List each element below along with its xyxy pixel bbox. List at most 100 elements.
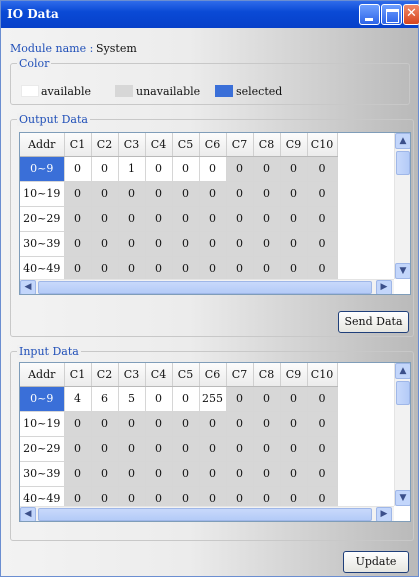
scroll-left-icon[interactable]: ◀	[20, 507, 36, 521]
data-cell[interactable]: 0	[307, 231, 338, 257]
row-addr-cell[interactable]: 10~19	[20, 411, 65, 437]
table-row[interactable]: 10~19 0 0 0 0 0 0 0 0 0 0	[20, 181, 338, 207]
data-cell[interactable]: 0	[118, 436, 146, 462]
data-cell[interactable]: 0	[307, 461, 338, 487]
row-addr-cell[interactable]: 30~39	[20, 231, 65, 257]
data-cell[interactable]: 0	[226, 156, 254, 182]
data-cell[interactable]: 0	[118, 206, 146, 232]
data-cell[interactable]: 0	[253, 256, 281, 282]
column-header-c6[interactable]: C6	[199, 133, 227, 157]
column-header-c3[interactable]: C3	[118, 133, 146, 157]
data-cell[interactable]: 0	[172, 156, 200, 182]
data-cell[interactable]: 0	[226, 256, 254, 282]
row-addr-cell[interactable]: 40~49	[20, 256, 65, 282]
data-cell[interactable]: 0	[91, 181, 119, 207]
data-cell[interactable]: 0	[199, 411, 227, 437]
data-cell[interactable]: 0	[91, 231, 119, 257]
data-cell[interactable]: 0	[280, 436, 308, 462]
table-row[interactable]: 0~9 0 0 1 0 0 0 0 0 0 0	[20, 156, 338, 182]
table-row[interactable]: 30~39 0 0 0 0 0 0 0 0 0 0	[20, 461, 338, 487]
data-cell[interactable]: 0	[280, 386, 308, 412]
column-header-c5[interactable]: C5	[172, 133, 200, 157]
data-cell[interactable]: 0	[118, 181, 146, 207]
data-cell[interactable]: 0	[280, 231, 308, 257]
data-cell[interactable]: 0	[253, 206, 281, 232]
input-vertical-scrollbar[interactable]: ▲ ▼	[394, 363, 410, 506]
data-cell[interactable]: 0	[280, 156, 308, 182]
data-cell[interactable]: 0	[172, 256, 200, 282]
update-button[interactable]: Update	[343, 551, 409, 573]
data-cell[interactable]: 0	[307, 156, 338, 182]
column-header-c3[interactable]: C3	[118, 363, 146, 387]
data-cell[interactable]: 4	[64, 386, 92, 412]
send-data-button[interactable]: Send Data	[338, 311, 409, 333]
input-hscroll-thumb[interactable]	[38, 508, 372, 521]
data-cell[interactable]: 0	[64, 156, 92, 182]
data-cell[interactable]: 0	[91, 411, 119, 437]
data-cell[interactable]: 0	[145, 181, 173, 207]
output-grid[interactable]: Addr C1 C2 C3 C4 C5 C6 C7 C8 C9 C10 0~9 …	[19, 132, 411, 295]
output-horizontal-scrollbar[interactable]: ◀ ▶	[20, 279, 394, 294]
maximize-button[interactable]	[381, 4, 402, 25]
data-cell[interactable]: 0	[307, 256, 338, 282]
scroll-left-icon[interactable]: ◀	[20, 280, 36, 294]
scroll-down-icon[interactable]: ▼	[395, 490, 410, 506]
data-cell[interactable]: 0	[253, 436, 281, 462]
data-cell[interactable]: 0	[64, 436, 92, 462]
row-addr-cell[interactable]: 30~39	[20, 461, 65, 487]
data-cell[interactable]: 0	[226, 231, 254, 257]
row-addr-cell[interactable]: 0~9	[20, 156, 65, 182]
data-cell[interactable]: 6	[91, 386, 119, 412]
data-cell[interactable]: 0	[64, 181, 92, 207]
data-cell[interactable]: 0	[226, 181, 254, 207]
column-header-c8[interactable]: C8	[253, 133, 281, 157]
data-cell[interactable]: 0	[199, 156, 227, 182]
data-cell[interactable]: 0	[118, 411, 146, 437]
column-header-c9[interactable]: C9	[280, 133, 308, 157]
data-cell[interactable]: 0	[172, 461, 200, 487]
column-header-c4[interactable]: C4	[145, 363, 173, 387]
data-cell[interactable]: 0	[145, 231, 173, 257]
scroll-up-icon[interactable]: ▲	[395, 133, 410, 149]
scroll-up-icon[interactable]: ▲	[395, 363, 410, 379]
data-cell[interactable]: 0	[172, 206, 200, 232]
input-vscroll-thumb[interactable]	[396, 381, 410, 405]
data-cell[interactable]: 0	[64, 256, 92, 282]
data-cell[interactable]: 0	[145, 156, 173, 182]
table-row[interactable]: 30~39 0 0 0 0 0 0 0 0 0 0	[20, 231, 338, 257]
scroll-down-icon[interactable]: ▼	[395, 263, 410, 279]
column-header-c1[interactable]: C1	[64, 363, 92, 387]
data-cell[interactable]: 0	[199, 461, 227, 487]
data-cell[interactable]: 0	[172, 231, 200, 257]
data-cell[interactable]: 0	[280, 411, 308, 437]
input-grid[interactable]: Addr C1 C2 C3 C4 C5 C6 C7 C8 C9 C10 0~9 …	[19, 362, 411, 522]
data-cell[interactable]: 0	[118, 256, 146, 282]
data-cell[interactable]: 0	[253, 181, 281, 207]
output-hscroll-thumb[interactable]	[38, 281, 372, 294]
column-header-c8[interactable]: C8	[253, 363, 281, 387]
data-cell[interactable]: 0	[91, 206, 119, 232]
data-cell[interactable]: 0	[64, 411, 92, 437]
data-cell[interactable]: 0	[145, 436, 173, 462]
column-header-c1[interactable]: C1	[64, 133, 92, 157]
data-cell[interactable]: 0	[253, 411, 281, 437]
minimize-button[interactable]	[359, 4, 380, 25]
data-cell[interactable]: 0	[145, 206, 173, 232]
column-header-c4[interactable]: C4	[145, 133, 173, 157]
data-cell[interactable]: 0	[199, 256, 227, 282]
data-cell[interactable]: 0	[226, 206, 254, 232]
data-cell[interactable]: 0	[145, 411, 173, 437]
data-cell[interactable]: 0	[280, 461, 308, 487]
data-cell[interactable]: 0	[199, 231, 227, 257]
data-cell[interactable]: 0	[199, 436, 227, 462]
column-header-c6[interactable]: C6	[199, 363, 227, 387]
row-addr-cell[interactable]: 10~19	[20, 181, 65, 207]
column-header-c10[interactable]: C10	[307, 363, 338, 387]
output-vertical-scrollbar[interactable]: ▲ ▼	[394, 133, 410, 279]
row-addr-cell[interactable]: 20~29	[20, 206, 65, 232]
data-cell[interactable]: 0	[307, 386, 338, 412]
data-cell[interactable]: 0	[226, 461, 254, 487]
data-cell[interactable]: 0	[307, 411, 338, 437]
data-cell[interactable]: 0	[64, 206, 92, 232]
table-row[interactable]: 20~29 0 0 0 0 0 0 0 0 0 0	[20, 206, 338, 232]
